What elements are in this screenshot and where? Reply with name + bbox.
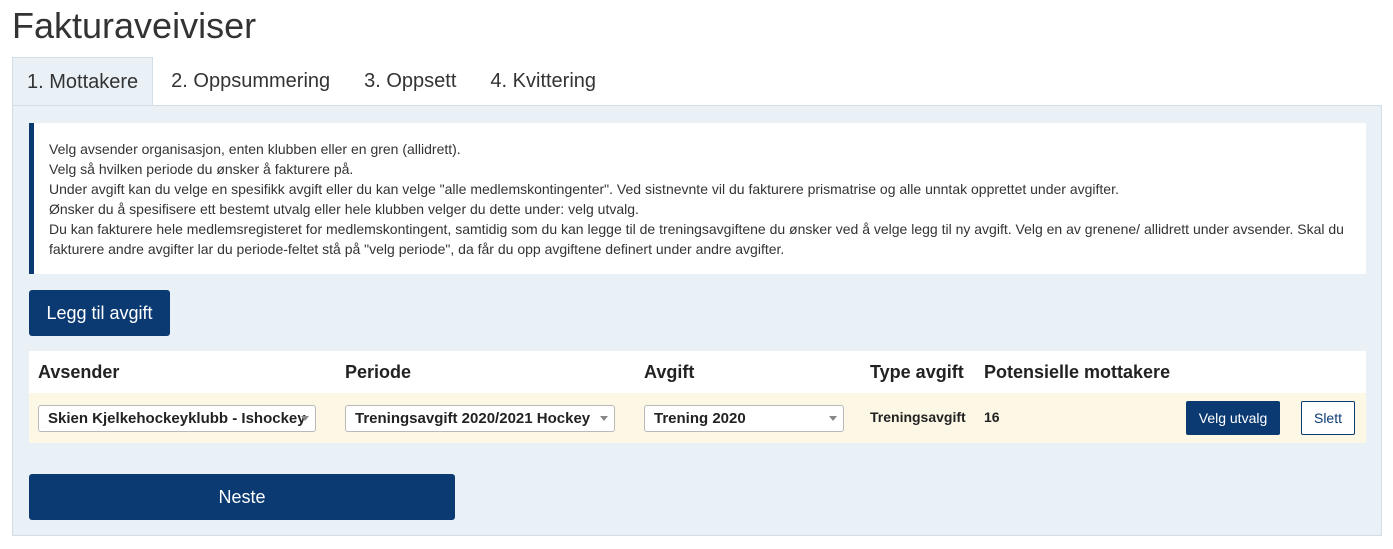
tab-oppsett[interactable]: 3. Oppsett [347,57,473,106]
fee-type-value: Treningsavgift [870,409,966,425]
period-select[interactable]: Treningsavgift 2020/2021 Hockey [345,405,615,432]
header-fee: Avgift [644,362,695,382]
sender-select-value: Skien Kjelkehockeyklubb - Ishockey [48,410,306,427]
add-fee-button[interactable]: Legg til avgift [29,290,170,336]
header-period: Periode [345,362,412,382]
fee-select[interactable]: Trening 2020 [644,405,844,432]
next-button[interactable]: Neste [29,474,455,520]
period-select-value: Treningsavgift 2020/2021 Hockey [355,410,591,427]
info-line: Du kan fakturere hele medlemsregisteret … [49,221,1344,237]
header-sender: Avsender [38,362,120,382]
chevron-down-icon [829,416,837,421]
info-line: Velg avsender organisasjon, enten klubbe… [49,141,461,157]
tab-kvittering[interactable]: 4. Kvittering [473,57,613,106]
header-fee-type: Type avgift [870,362,964,382]
table-header: Avsender Periode Avgift Type avgift Pote… [29,351,1366,393]
select-selection-button[interactable]: Velg utvalg [1186,401,1280,435]
header-recipients: Potensielle mottakere [984,362,1171,382]
info-line: fakturere andre avgifter lar du periode-… [49,241,785,257]
info-box: Velg avsender organisasjon, enten klubbe… [29,123,1366,274]
tab-oppsummering[interactable]: 2. Oppsummering [153,57,347,106]
page-title: Fakturaveiviser [12,5,257,46]
wizard-panel: Velg avsender organisasjon, enten klubbe… [12,105,1382,536]
delete-button[interactable]: Slett [1301,401,1355,435]
sender-select[interactable]: Skien Kjelkehockeyklubb - Ishockey [38,405,316,432]
tab-mottakere[interactable]: 1. Mottakere [12,57,154,106]
info-line: Ønsker du å spesifisere ett bestemt utva… [49,201,639,217]
wizard-tabs: 1. Mottakere 2. Oppsummering 3. Oppsett … [12,57,613,106]
info-line: Under avgift kan du velge en spesifikk a… [49,181,1119,197]
recipients-count: 16 [984,409,1000,425]
chevron-down-icon [600,416,608,421]
table-row: Skien Kjelkehockeyklubb - Ishockey Treni… [29,393,1366,443]
fee-select-value: Trening 2020 [654,410,746,427]
info-line: Velg så hvilken periode du ønsker å fakt… [49,161,354,177]
fee-table: Avsender Periode Avgift Type avgift Pote… [29,351,1366,443]
chevron-down-icon [301,416,309,421]
